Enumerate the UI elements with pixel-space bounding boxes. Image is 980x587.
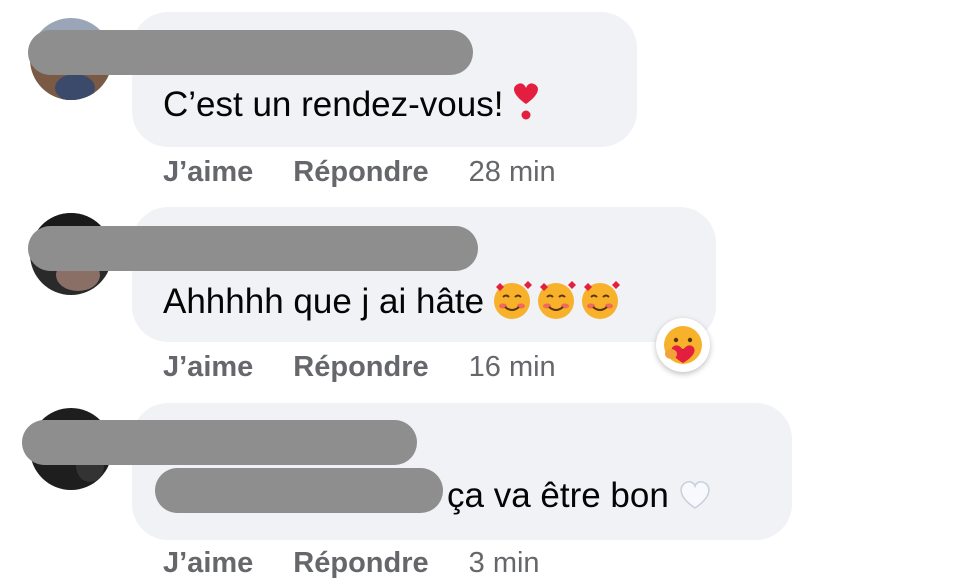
like-button[interactable]: J’aime xyxy=(163,547,253,579)
reply-button[interactable]: Répondre xyxy=(293,547,428,579)
comment-text-row: ça va être bon xyxy=(447,473,715,522)
comment-actions: J’aime Répondre 3 min xyxy=(163,545,540,581)
redacted-author-name xyxy=(22,420,417,465)
comment-text: ça va être bon xyxy=(447,475,669,515)
redacted-mention xyxy=(155,468,443,513)
white-heart-icon xyxy=(675,473,715,522)
comment-3: ça va être bon J’aime Répondre 3 min xyxy=(0,0,980,587)
timestamp[interactable]: 3 min xyxy=(469,547,540,579)
